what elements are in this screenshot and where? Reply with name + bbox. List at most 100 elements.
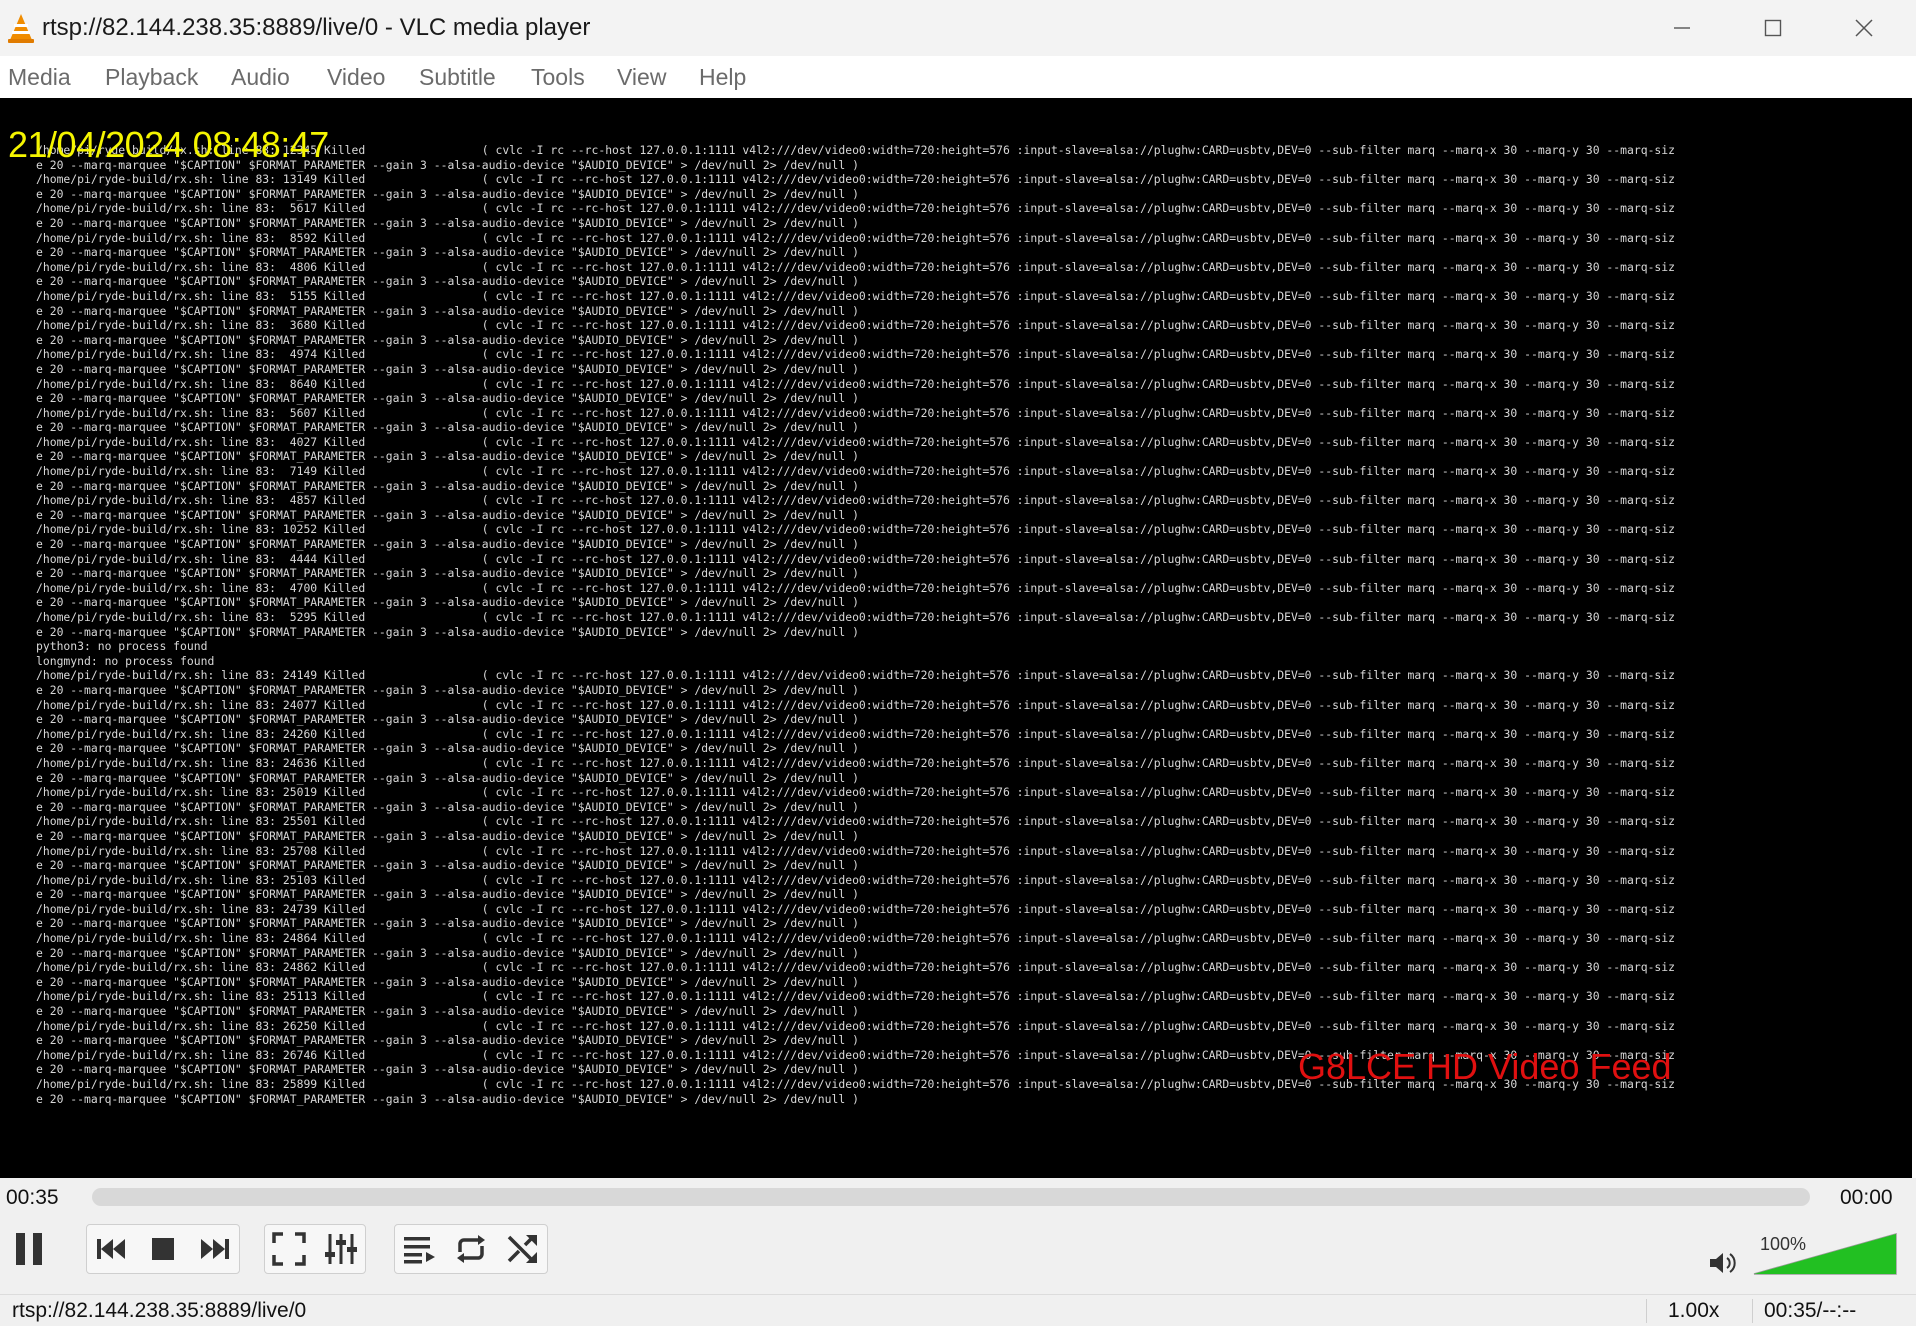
terminal-line: /home/pi/ryde-build/rx.sh: line 83: 2501… [36,785,1676,800]
menu-view[interactable]: View [617,64,666,91]
terminal-line: e 20 --marq-marquee "$CAPTION" $FORMAT_P… [36,945,859,960]
terminal-line: /home/pi/ryde-build/rx.sh: line 83: 2426… [36,726,1676,741]
playlist-icon [404,1237,435,1264]
menu-bar: Media Playback Audio Video Subtitle Tool… [0,56,1916,98]
terminal-line: e 20 --marq-marquee "$CAPTION" $FORMAT_P… [36,1091,859,1106]
title-bar[interactable]: rtsp://82.144.238.35:8889/live/0 - VLC m… [0,0,1916,56]
close-icon [1855,19,1873,37]
terminal-line: /home/pi/ryde-build/rx.sh: line 83: 4806… [36,259,1676,274]
equalizer-sliders-icon [325,1234,357,1264]
elapsed-time: 00:35 [6,1186,59,1209]
terminal-line: e 20 --marq-marquee "$CAPTION" $FORMAT_P… [36,186,859,201]
menu-media[interactable]: Media [8,64,71,91]
terminal-line: e 20 --marq-marquee "$CAPTION" $FORMAT_P… [36,624,859,639]
minimize-button[interactable] [1640,0,1724,56]
fullscreen-icon [272,1232,306,1266]
terminal-line: e 20 --marq-marquee "$CAPTION" $FORMAT_P… [36,478,859,493]
terminal-line: /home/pi/ryde-build/rx.sh: line 83: 4974… [36,347,1676,362]
close-button[interactable] [1822,0,1906,56]
terminal-line: e 20 --marq-marquee "$CAPTION" $FORMAT_P… [36,770,859,785]
terminal-line: /home/pi/ryde-build/rx.sh: line 83: 7149… [36,464,1676,479]
terminal-line: /home/pi/ryde-build/rx.sh: line 83: 2414… [36,668,1676,683]
shuffle-icon [507,1235,537,1263]
terminal-line: e 20 --marq-marquee "$CAPTION" $FORMAT_P… [36,215,859,230]
terminal-line: /home/pi/ryde-build/rx.sh: line 83: 2550… [36,814,1676,829]
terminal-log: /home/pi/ryde-build/rx.sh: line 83: 1234… [36,143,1912,1106]
terminal-line: e 20 --marq-marquee "$CAPTION" $FORMAT_P… [36,799,859,814]
stop-icon [152,1238,174,1260]
status-bar: rtsp://82.144.238.35:8889/live/0 1.00x 0… [0,1294,1916,1326]
terminal-line: e 20 --marq-marquee "$CAPTION" $FORMAT_P… [36,828,859,843]
terminal-line: e 20 --marq-marquee "$CAPTION" $FORMAT_P… [36,858,859,873]
terminal-line: /home/pi/ryde-build/rx.sh: line 83: 8592… [36,230,1676,245]
playlist-button[interactable] [394,1224,444,1274]
terminal-line: /home/pi/ryde-build/rx.sh: line 83: 5295… [36,610,1676,624]
terminal-line: e 20 --marq-marquee "$CAPTION" $FORMAT_P… [36,245,859,260]
terminal-line: e 20 --marq-marquee "$CAPTION" $FORMAT_P… [36,712,859,727]
terminal-line: e 20 --marq-marquee "$CAPTION" $FORMAT_P… [36,420,859,435]
pause-button[interactable] [4,1224,54,1274]
seek-slider[interactable] [92,1188,1810,1206]
terminal-line: longmynd: no process found [36,653,215,668]
terminal-line: /home/pi/ryde-build/rx.sh: line 83: 3680… [36,318,1676,333]
skip-previous-icon [97,1239,125,1259]
terminal-line: e 20 --marq-marquee "$CAPTION" $FORMAT_P… [36,682,859,697]
osd-timestamp: 21/04/2024 08:48:47 [8,124,329,165]
shuffle-button[interactable] [498,1224,548,1274]
minimize-icon [1674,27,1690,29]
loop-icon [457,1235,485,1263]
loop-button[interactable] [446,1224,496,1274]
terminal-line: /home/pi/ryde-build/rx.sh: line 83: 2625… [36,1018,1676,1033]
terminal-line: e 20 --marq-marquee "$CAPTION" $FORMAT_P… [36,274,859,289]
menu-subtitle[interactable]: Subtitle [419,64,496,91]
maximize-button[interactable] [1731,0,1815,56]
terminal-line: /home/pi/ryde-build/rx.sh: line 83: 2486… [36,960,1676,975]
maximize-icon [1764,19,1782,37]
previous-button[interactable] [86,1224,136,1274]
fullscreen-button[interactable] [264,1224,314,1274]
terminal-line: e 20 --marq-marquee "$CAPTION" $FORMAT_P… [36,974,859,989]
menu-tools[interactable]: Tools [531,64,585,91]
stop-button[interactable] [138,1224,188,1274]
terminal-line: e 20 --marq-marquee "$CAPTION" $FORMAT_P… [36,391,859,406]
menu-playback[interactable]: Playback [105,64,198,91]
terminal-line: /home/pi/ryde-build/rx.sh: line 83: 4700… [36,580,1676,595]
terminal-line: e 20 --marq-marquee "$CAPTION" $FORMAT_P… [36,887,859,902]
menu-audio[interactable]: Audio [231,64,290,91]
terminal-line: /home/pi/ryde-build/rx.sh: line 83: 2463… [36,755,1676,770]
total-time: 00:00 [1840,1186,1893,1209]
terminal-line: e 20 --marq-marquee "$CAPTION" $FORMAT_P… [36,916,859,931]
volume-percent: 100% [1760,1234,1807,1254]
status-stream-url: rtsp://82.144.238.35:8889/live/0 [12,1299,307,1322]
speaker-icon[interactable] [1708,1250,1738,1276]
vlc-window: rtsp://82.144.238.35:8889/live/0 - VLC m… [0,0,1916,1326]
menu-video[interactable]: Video [327,64,385,91]
terminal-line: python3: no process found [36,639,208,654]
menu-help[interactable]: Help [699,64,746,91]
status-divider [1752,1299,1753,1323]
next-button[interactable] [190,1224,240,1274]
terminal-line: /home/pi/ryde-build/rx.sh: line 83: 2570… [36,843,1676,858]
terminal-line: /home/pi/ryde-build/rx.sh: line 83: 5155… [36,288,1676,303]
status-time: 00:35/--:-- [1764,1299,1857,1322]
terminal-line: /home/pi/ryde-build/rx.sh: line 83: 1314… [36,172,1676,187]
terminal-line: /home/pi/ryde-build/rx.sh: line 83: 8640… [36,376,1676,391]
terminal-line: /home/pi/ryde-build/rx.sh: line 83: 4857… [36,493,1676,508]
playback-speed[interactable]: 1.00x [1668,1299,1719,1323]
terminal-line: e 20 --marq-marquee "$CAPTION" $FORMAT_P… [36,332,859,347]
extended-settings-button[interactable] [316,1224,366,1274]
terminal-line: /home/pi/ryde-build/rx.sh: line 83: 4027… [36,434,1676,449]
vlc-cone-icon [8,14,34,43]
terminal-line: e 20 --marq-marquee "$CAPTION" $FORMAT_P… [36,1004,859,1019]
seek-row: 00:35 00:00 [0,1178,1916,1218]
terminal-line: e 20 --marq-marquee "$CAPTION" $FORMAT_P… [36,537,859,552]
video-display[interactable]: /home/pi/ryde-build/rx.sh: line 83: 1234… [0,98,1912,1178]
terminal-line: /home/pi/ryde-build/rx.sh: line 83: 2486… [36,931,1676,946]
window-title: rtsp://82.144.238.35:8889/live/0 - VLC m… [42,14,591,41]
terminal-line: /home/pi/ryde-build/rx.sh: line 83: 2511… [36,989,1676,1004]
terminal-line: e 20 --marq-marquee "$CAPTION" $FORMAT_P… [36,361,859,376]
terminal-line: e 20 --marq-marquee "$CAPTION" $FORMAT_P… [36,566,859,581]
terminal-line: e 20 --marq-marquee "$CAPTION" $FORMAT_P… [36,595,859,610]
terminal-line: e 20 --marq-marquee "$CAPTION" $FORMAT_P… [36,507,859,522]
terminal-line: /home/pi/ryde-build/rx.sh: line 83: 4444… [36,551,1676,566]
